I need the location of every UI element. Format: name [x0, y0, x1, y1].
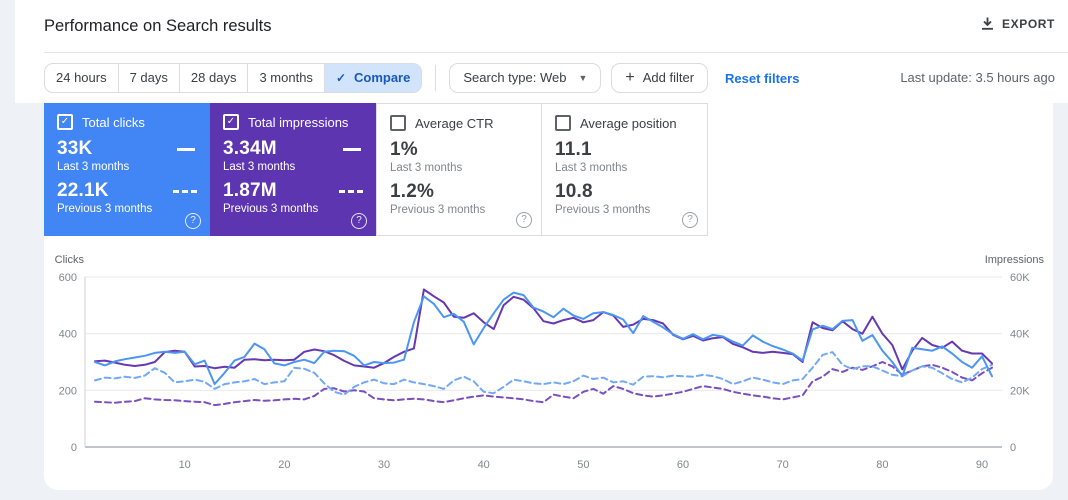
- filter-bar: 24 hours 7 days 28 days 3 months ✓ Compar…: [44, 63, 799, 93]
- plus-icon: +: [625, 69, 635, 86]
- x-tick: 30: [378, 459, 390, 471]
- previous-caption: Previous 3 months: [555, 204, 651, 216]
- x-tick: 80: [876, 459, 888, 471]
- x-tick: 10: [179, 459, 191, 471]
- tile-label: Total clicks: [82, 114, 145, 130]
- x-tick: 70: [777, 459, 789, 471]
- current-caption: Last 3 months: [390, 162, 463, 174]
- performance-card: ✓ Total clicks 33K Last 3 months 22.1K P…: [44, 103, 1053, 490]
- compare-label: Compare: [354, 70, 411, 85]
- previous-value: 1.87M: [223, 180, 277, 201]
- previous-caption: Previous 3 months: [57, 203, 153, 215]
- download-icon: [982, 17, 994, 30]
- average-position-checkbox[interactable]: [555, 115, 571, 131]
- previous-caption: Previous 3 months: [390, 204, 486, 216]
- series-clicks-last-3-months: [94, 291, 993, 386]
- x-tick: 20: [278, 459, 290, 471]
- current-caption: Last 3 months: [57, 161, 130, 173]
- solid-line-legend-icon: [343, 147, 361, 151]
- add-filter-button[interactable]: + Add filter: [611, 63, 709, 93]
- current-value: 1%: [390, 139, 418, 160]
- current-value: 11.1: [555, 139, 592, 160]
- x-tick: 60: [677, 459, 689, 471]
- metric-tile-total-impressions[interactable]: ✓ Total impressions 3.34M Last 3 months …: [210, 103, 376, 236]
- reset-filters-link[interactable]: Reset filters: [725, 71, 799, 86]
- help-icon[interactable]: ?: [351, 213, 367, 229]
- y-tick-left: 0: [71, 442, 77, 454]
- export-label: EXPORT: [1002, 16, 1055, 31]
- checkmark-icon: ✓: [226, 116, 236, 127]
- chip-7-days[interactable]: 7 days: [118, 63, 180, 93]
- previous-value: 22.1K: [57, 180, 109, 201]
- current-value: 33K: [57, 138, 93, 159]
- tile-label: Average CTR: [415, 115, 494, 131]
- search-type-dropdown[interactable]: Search type: Web ▼: [449, 63, 602, 93]
- metric-tile-average-ctr[interactable]: Average CTR 1% Last 3 months 1.2% Previo…: [376, 103, 542, 236]
- series-clicks-previous-3-months: [94, 351, 993, 396]
- total-clicks-checkbox[interactable]: ✓: [57, 114, 73, 130]
- page-title: Performance on Search results: [44, 17, 272, 35]
- check-icon: ✓: [335, 71, 346, 85]
- checkmark-icon: ✓: [60, 116, 70, 127]
- help-icon[interactable]: ?: [682, 212, 698, 228]
- current-value: 3.34M: [223, 138, 277, 159]
- metric-tile-total-clicks[interactable]: ✓ Total clicks 33K Last 3 months 22.1K P…: [44, 103, 210, 236]
- filter-divider: [435, 65, 437, 91]
- help-icon[interactable]: ?: [516, 212, 532, 228]
- y-tick-left: 600: [59, 272, 77, 284]
- y-tick-left: 400: [59, 329, 77, 341]
- current-caption: Last 3 months: [555, 162, 628, 174]
- y-tick-right: 0: [1010, 442, 1016, 454]
- performance-chart[interactable]: 0 0 200 20K 400 40K 600 60K Clicks Impressions 10 2…: [44, 253, 1053, 490]
- y-tick-left: 200: [59, 385, 77, 397]
- help-icon[interactable]: ?: [185, 213, 201, 229]
- previous-value: 10.8: [555, 181, 593, 202]
- tile-label: Average position: [580, 115, 677, 131]
- search-type-label: Search type: Web: [463, 70, 567, 85]
- y-tick-right: 60K: [1010, 272, 1030, 284]
- solid-line-legend-icon: [177, 147, 195, 151]
- date-range-chip-group: 24 hours 7 days 28 days 3 months ✓ Compar…: [44, 63, 423, 93]
- x-tick: 50: [577, 459, 589, 471]
- y-tick-right: 40K: [1010, 329, 1030, 341]
- add-filter-label: Add filter: [642, 70, 695, 85]
- chip-28-days[interactable]: 28 days: [179, 63, 249, 93]
- previous-value: 1.2%: [390, 181, 435, 202]
- tile-label: Total impressions: [248, 114, 349, 130]
- chip-compare[interactable]: ✓ Compare: [324, 63, 423, 93]
- left-axis-label: Clicks: [55, 254, 85, 266]
- chip-3-months[interactable]: 3 months: [248, 63, 325, 93]
- previous-caption: Previous 3 months: [223, 203, 319, 215]
- current-caption: Last 3 months: [223, 161, 296, 173]
- header-divider: [44, 52, 1068, 53]
- total-impressions-checkbox[interactable]: ✓: [223, 114, 239, 130]
- chevron-down-icon: ▼: [578, 73, 588, 83]
- last-update-text: Last update: 3.5 hours ago: [900, 70, 1055, 85]
- metric-tile-average-position[interactable]: Average position 11.1 Last 3 months 10.8…: [542, 103, 708, 236]
- export-button[interactable]: EXPORT: [980, 16, 1055, 31]
- dashed-line-legend-icon: [173, 189, 197, 193]
- page-header: Performance on Search results EXPORT 24 …: [15, 0, 1068, 103]
- right-axis-label: Impressions: [985, 254, 1045, 266]
- average-ctr-checkbox[interactable]: [390, 115, 406, 131]
- y-tick-right: 20K: [1010, 385, 1030, 397]
- metric-tiles-row: ✓ Total clicks 33K Last 3 months 22.1K P…: [44, 103, 708, 236]
- x-tick: 90: [976, 459, 988, 471]
- chip-24-hours[interactable]: 24 hours: [44, 63, 119, 93]
- x-tick: 40: [478, 459, 490, 471]
- dashed-line-legend-icon: [339, 189, 363, 193]
